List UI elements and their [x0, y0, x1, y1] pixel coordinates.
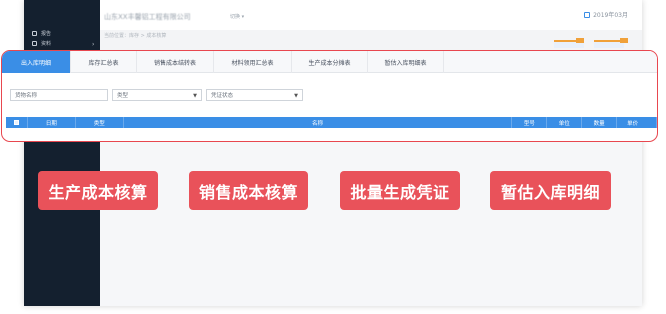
feature-production-cost[interactable]: 生产成本核算 [38, 171, 158, 210]
report-icon [32, 31, 37, 36]
col-date[interactable]: 日期 [28, 117, 76, 128]
report-panel: 出入库明细 库存汇总表 销售成本结转表 材料领用汇总表 生产成本分摊表 暂估入库… [1, 50, 658, 142]
period-label: 2019年03月 [593, 12, 628, 19]
col-model[interactable]: 型号 [512, 117, 548, 128]
sidebar-item-label: 报告 [41, 31, 52, 37]
voucher-status-label: 凭证状态 [211, 93, 234, 99]
app-header: 山东XX丰馨铝工程有限公司 切换 ▾ 2019年03月 [100, 0, 642, 30]
chevron-down-icon: ▼ [193, 93, 197, 99]
sidebar-item-data[interactable]: 资料 [32, 40, 51, 47]
col-unit[interactable]: 单位 [547, 117, 583, 128]
chevron-down-icon: ▼ [294, 93, 298, 99]
chevron-right-icon: › [92, 41, 95, 48]
tab-provisional-inbound[interactable]: 暂估入库明细表 [368, 51, 444, 73]
feature-batch-voucher[interactable]: 批量生成凭证 [340, 171, 460, 210]
breadcrumb: 当前位置：库存 > 成本核算 [104, 33, 167, 39]
col-unit-price[interactable]: 单价 [617, 117, 657, 128]
calendar-icon [584, 11, 591, 18]
sidebar-item-report[interactable]: 报告 [32, 30, 51, 37]
type-select-label: 类型 [117, 93, 129, 99]
sidebar: 报告 资料 › [24, 0, 100, 306]
tab-sales-cost[interactable]: 销售成本结转表 [137, 51, 214, 73]
data-icon [32, 41, 37, 46]
tab-inout-detail[interactable]: 出入库明细 [2, 51, 71, 73]
period-selector[interactable]: 2019年03月 [584, 10, 628, 19]
select-all-cell [6, 117, 28, 128]
col-type[interactable]: 类型 [76, 117, 124, 128]
company-switch[interactable]: 切换 ▾ [230, 13, 244, 20]
tab-production-cost[interactable]: 生产成本分摊表 [292, 51, 368, 73]
select-all-checkbox[interactable] [13, 120, 19, 125]
sidebar-item-label: 资料 [41, 41, 52, 47]
badge [620, 38, 628, 43]
filter-bar: 货物名称 类型 ▼ 凭证状态 ▼ [10, 89, 303, 101]
tab-bar: 出入库明细 库存汇总表 销售成本结转表 材料领用汇总表 生产成本分摊表 暂估入库… [2, 51, 657, 73]
tab-material-usage[interactable]: 材料领用汇总表 [214, 51, 292, 73]
badge [576, 38, 584, 43]
table-header: 日期 类型 名称 型号 单位 数量 单价 [6, 117, 657, 128]
feature-provisional-inbound[interactable]: 暂估入库明细 [490, 171, 611, 210]
voucher-status-select[interactable]: 凭证状态 ▼ [206, 89, 303, 101]
feature-sales-cost[interactable]: 销售成本核算 [189, 171, 308, 210]
app-window: 报告 资料 › 山东XX丰馨铝工程有限公司 切换 ▾ 2019年03月 当前位置… [24, 0, 642, 306]
goods-name-input[interactable]: 货物名称 [10, 89, 108, 101]
company-name: 山东XX丰馨铝工程有限公司 [104, 13, 191, 21]
type-select[interactable]: 类型 ▼ [112, 89, 202, 101]
col-name[interactable]: 名称 [124, 117, 513, 128]
col-quantity[interactable]: 数量 [582, 117, 618, 128]
tab-inventory-summary[interactable]: 库存汇总表 [71, 51, 137, 73]
